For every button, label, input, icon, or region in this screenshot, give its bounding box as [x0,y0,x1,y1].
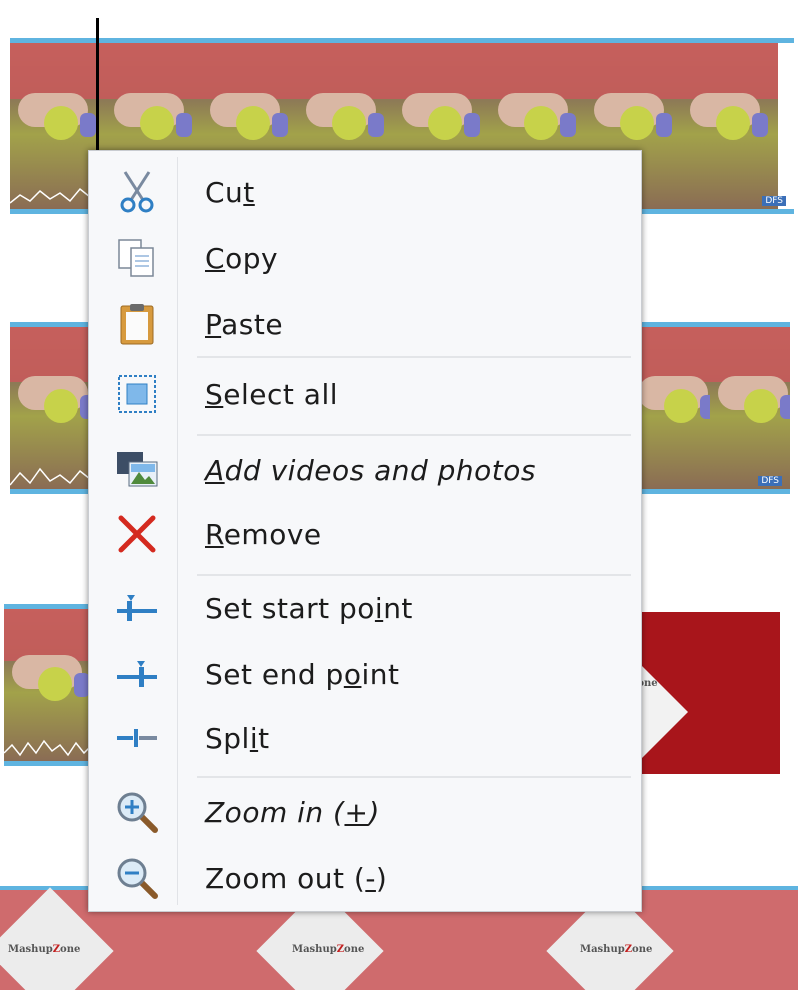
mashupzone-logo: MashupZone [292,944,365,955]
clip-badge: DFS [762,196,786,206]
menu-item-cut[interactable]: Cut [89,163,641,221]
menu-item-label: Set start point [205,591,413,625]
menu-item-label: Paste [205,307,284,341]
timeline-strip-3[interactable] [4,604,100,766]
menu-item-label: Remove [205,517,322,551]
zoom-in-icon [113,788,161,836]
access-key: A [205,453,225,487]
access-key: i [249,721,259,755]
menu-item-copy[interactable]: Copy [89,229,641,287]
menu-item-zoom-out[interactable]: Zoom out (-) [89,849,641,907]
context-menu: Cut Copy Paste Select all Add videos and pho… [88,150,642,912]
menu-separator [197,434,631,436]
mashupzone-logo: MashupZone [8,944,81,955]
menu-item-label: Cut [205,175,255,209]
menu-separator [197,356,631,358]
split-icon [113,714,161,762]
strip-border [4,761,100,766]
menu-item-set-end-point[interactable]: Set end point [89,645,641,703]
scissors-icon [113,168,161,216]
access-key: C [205,241,226,275]
menu-separator [197,776,631,778]
select-all-icon [113,370,161,418]
menu-item-split[interactable]: Split [89,709,641,767]
access-key: R [205,517,224,551]
access-key: + [344,795,369,829]
copy-icon [113,234,161,282]
access-key: - [365,861,376,895]
set-end-point-icon [113,650,161,698]
audio-waveform [4,739,100,757]
paste-icon [113,300,161,348]
mashupzone-logo: MashupZone [580,944,653,955]
title-clip-thumbnail[interactable]: Zone [628,612,780,774]
menu-separator [197,574,631,576]
menu-item-label: Zoom in (+) [205,795,380,829]
menu-item-label: Add videos and photos [205,453,536,487]
menu-item-label: Split [205,721,270,755]
zoom-out-icon [113,854,161,902]
set-start-point-icon [113,584,161,632]
clip-badge: DFS [758,476,782,486]
menu-item-label: Set end point [205,657,400,691]
access-key: P [205,307,222,341]
menu-item-label: Copy [205,241,279,275]
access-key: o [343,657,362,691]
menu-item-add-videos-photos[interactable]: Add videos and photos [89,441,641,499]
menu-item-remove[interactable]: Remove [89,505,641,563]
menu-item-label: Zoom out (-) [205,861,388,895]
menu-item-set-start-point[interactable]: Set start point [89,579,641,637]
menu-item-zoom-in[interactable]: Zoom in (+) [89,783,641,841]
remove-icon [113,510,161,558]
access-key: t [243,175,255,209]
menu-item-label: Select all [205,377,339,411]
menu-item-paste[interactable]: Paste [89,295,641,353]
access-key: i [374,591,384,625]
menu-item-select-all[interactable]: Select all [89,365,641,423]
access-key: S [205,377,224,411]
add-media-icon [113,446,161,494]
